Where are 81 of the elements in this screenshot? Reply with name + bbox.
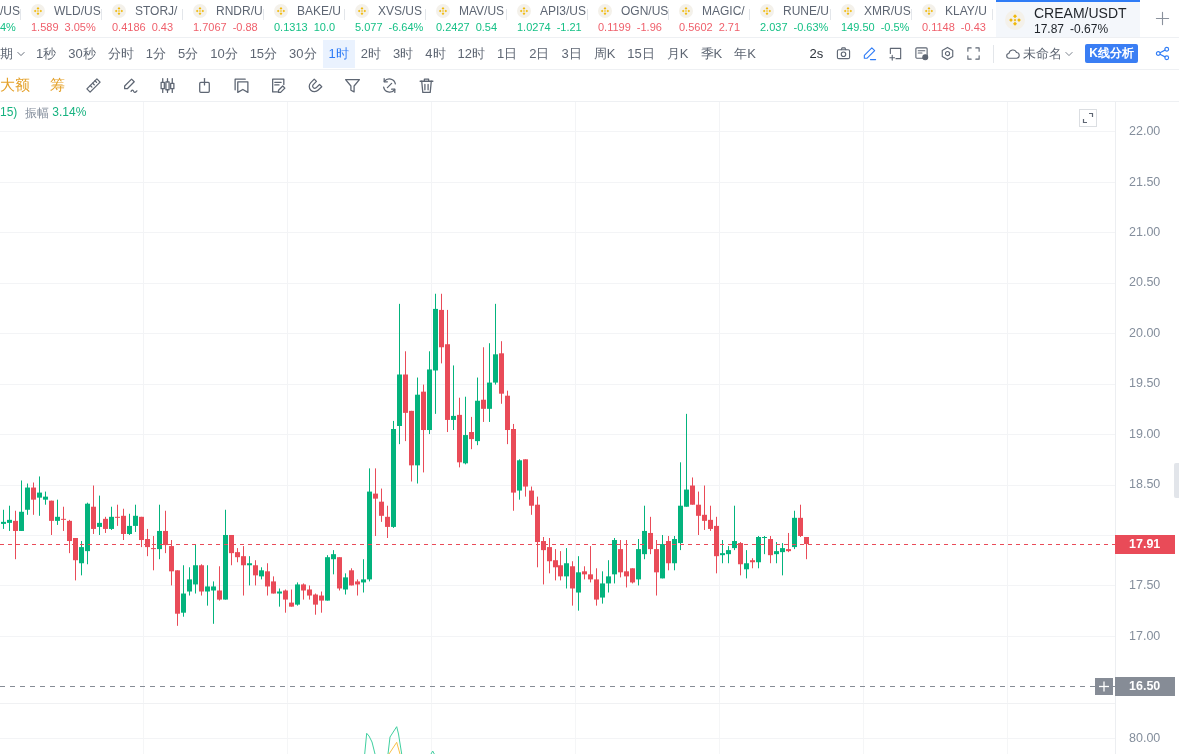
draw-icon[interactable] xyxy=(122,77,139,94)
timeframe-tab[interactable]: 1秒 xyxy=(30,39,63,68)
timeframe-tab[interactable]: 分时 xyxy=(101,39,140,68)
indicator-value: 15) xyxy=(0,105,18,121)
box-icon[interactable] xyxy=(196,77,213,94)
indicator-lines xyxy=(364,726,435,754)
ticker-tab[interactable]: CREAM/USDT 17.87 -0.67% xyxy=(996,0,1140,37)
timeframe-tab[interactable]: 12时 xyxy=(451,39,491,68)
price-tick-label: 19.00 xyxy=(1129,426,1161,441)
coin-icon xyxy=(760,3,774,18)
share-icon[interactable] xyxy=(1155,46,1170,61)
coin-icon xyxy=(1005,10,1025,30)
price-tick-label: 22.00 xyxy=(1129,124,1161,139)
expand-icon[interactable] xyxy=(1079,109,1097,127)
timeframe-tab[interactable]: 1时 xyxy=(322,39,355,68)
timeframe-tab[interactable]: 15日 xyxy=(621,39,661,68)
timeframe-tab[interactable]: 30秒 xyxy=(62,39,102,68)
timeframe-tab[interactable]: 15分 xyxy=(243,39,284,68)
price-tick-label: 19.50 xyxy=(1129,376,1161,391)
timeframe-tab[interactable]: 1日 xyxy=(491,39,524,68)
coin-icon xyxy=(922,3,936,18)
frame-plus-icon[interactable] xyxy=(888,46,904,61)
analysis-button[interactable]: K线分析 xyxy=(1085,44,1138,63)
coin-icon xyxy=(679,3,693,18)
timeframe-tab[interactable]: 周K xyxy=(587,39,622,68)
price-tick-label: 18.50 xyxy=(1129,477,1161,492)
edit-document-icon[interactable] xyxy=(270,77,287,94)
indicator-tick-label: 80.00 xyxy=(1129,730,1161,745)
timeframe-tab[interactable]: 2日 xyxy=(523,39,556,68)
coin-icon xyxy=(841,3,855,18)
price-tick-label: 21.50 xyxy=(1129,174,1161,189)
cloud-icon xyxy=(1005,46,1021,61)
add-button[interactable] xyxy=(1095,678,1113,695)
filter-icon[interactable] xyxy=(344,77,361,94)
timeframe-tab[interactable]: 3时 xyxy=(387,39,420,68)
timeframe-tab[interactable]: 4时 xyxy=(419,39,452,68)
timeframe-tab[interactable]: 年K xyxy=(728,39,762,68)
fullscreen-icon[interactable] xyxy=(966,46,982,61)
coin-icon xyxy=(517,3,531,18)
plus-icon[interactable] xyxy=(1155,11,1170,26)
price-tick-label: 20.50 xyxy=(1129,275,1161,290)
magnet-icon[interactable] xyxy=(307,77,324,94)
price-tick-label: 21.00 xyxy=(1129,225,1161,239)
sync-icon[interactable] xyxy=(381,77,398,94)
collapse-handle[interactable] xyxy=(1174,463,1179,498)
timeframe-tab[interactable]: 10分 xyxy=(204,39,244,68)
price-tick-label: 17.50 xyxy=(1129,578,1161,593)
refresh-interval[interactable]: 2s xyxy=(809,46,824,61)
trash-icon[interactable] xyxy=(418,77,435,94)
coin-icon xyxy=(436,3,450,18)
candles-icon[interactable] xyxy=(159,77,176,94)
amplitude-value: 3.14% xyxy=(52,105,87,121)
timeframe-tab[interactable]: 2时 xyxy=(354,39,388,68)
timeframe-tab[interactable]: 1分 xyxy=(139,39,172,68)
plus-icon xyxy=(1098,680,1110,693)
coin-icon xyxy=(355,3,369,18)
price-label: 16.50 xyxy=(1115,677,1175,696)
layout-dropdown[interactable]: 未命名 xyxy=(1023,44,1075,63)
coin-icon xyxy=(193,3,207,18)
timeframe-tab[interactable]: 30分 xyxy=(283,39,323,68)
coin-icon xyxy=(31,3,45,18)
coin-icon xyxy=(274,3,288,18)
coin-icon xyxy=(112,3,126,18)
pen-icon[interactable] xyxy=(862,46,878,61)
ref-line-label: 16.50 xyxy=(1129,679,1161,694)
ref-line-label: 17.91 xyxy=(1129,537,1161,552)
coin-icon xyxy=(598,3,612,18)
period-dropdown[interactable]: 期 xyxy=(0,39,30,68)
camera-icon[interactable] xyxy=(836,46,852,61)
price-tick-label: 17.00 xyxy=(1129,628,1161,643)
timeframe-tab[interactable]: 季K xyxy=(694,39,729,68)
timeframe-tab[interactable]: 月K xyxy=(660,39,695,68)
timeframe-tab[interactable]: 3日 xyxy=(555,39,588,68)
price-tick-label: 20.00 xyxy=(1129,325,1161,340)
price-label: 17.91 xyxy=(1115,535,1175,554)
timeframe-tab[interactable]: 5分 xyxy=(171,39,205,68)
settings-icon[interactable] xyxy=(940,46,956,61)
ruler-icon[interactable] xyxy=(85,77,102,94)
amplitude-label: 振幅 xyxy=(25,105,50,122)
panel-icon[interactable] xyxy=(914,46,930,61)
bookmark-icon[interactable] xyxy=(233,77,250,94)
